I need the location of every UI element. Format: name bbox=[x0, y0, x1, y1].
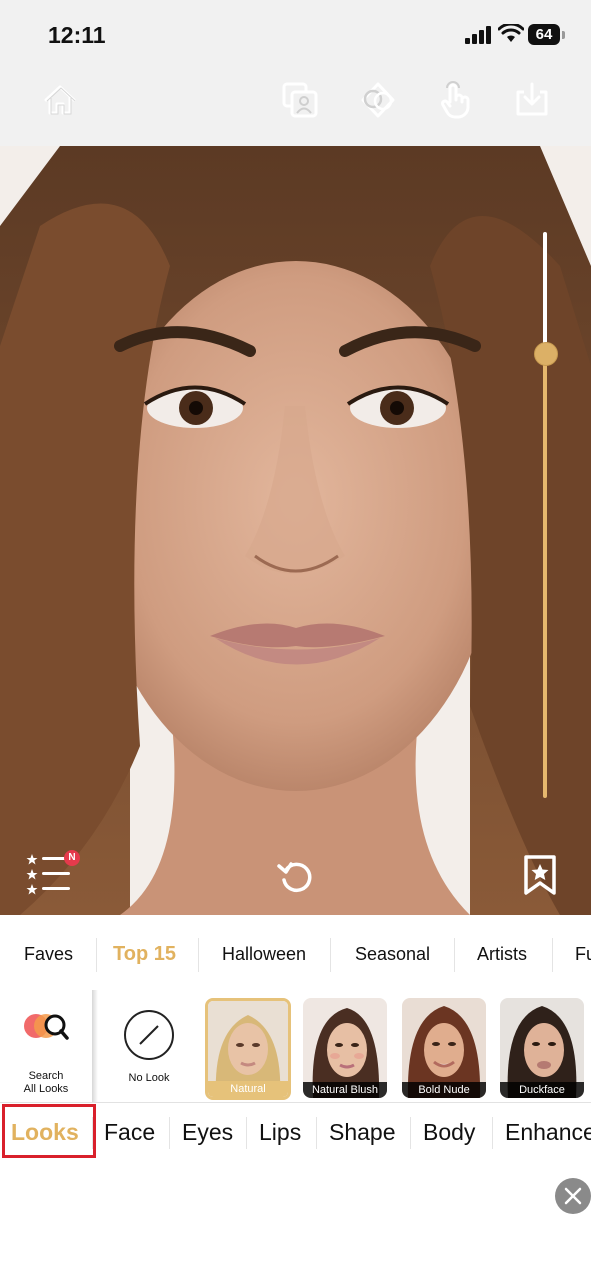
category-divider bbox=[96, 938, 97, 972]
home-icon[interactable] bbox=[40, 80, 80, 120]
look-label: Natural bbox=[208, 1081, 288, 1097]
look-category-bar: Faves Top 15 Halloween Seasonal Artists … bbox=[0, 918, 591, 991]
tab-divider bbox=[410, 1117, 411, 1149]
bookmark-icon[interactable] bbox=[522, 854, 558, 896]
category-divider bbox=[454, 938, 455, 972]
look-label: Bold Nude bbox=[402, 1082, 486, 1098]
tab-shape[interactable]: Shape bbox=[329, 1119, 396, 1146]
tab-eyes[interactable]: Eyes bbox=[182, 1119, 233, 1146]
face-photo bbox=[0, 146, 591, 915]
look-thumbnail-natural[interactable]: Natural bbox=[205, 998, 291, 1100]
tab-enhance[interactable]: Enhance bbox=[505, 1119, 591, 1146]
undo-icon[interactable] bbox=[276, 856, 316, 896]
look-label: Natural Blush bbox=[303, 1082, 387, 1098]
search-label-line2: All Looks bbox=[23, 1083, 69, 1095]
category-divider bbox=[198, 938, 199, 972]
look-label: Duckface bbox=[500, 1082, 584, 1098]
search-looks-icon bbox=[24, 1014, 69, 1040]
face-swap-icon[interactable] bbox=[358, 80, 398, 120]
search-all-looks-button[interactable]: Search All Looks bbox=[0, 990, 92, 1102]
no-look-label: No Look bbox=[128, 1072, 170, 1084]
tab-divider bbox=[169, 1117, 170, 1149]
category-halloween[interactable]: Halloween bbox=[222, 944, 306, 965]
top-toolbar bbox=[0, 62, 591, 146]
status-time: 12:11 bbox=[48, 22, 106, 48]
touch-icon[interactable] bbox=[436, 80, 476, 120]
wifi-icon bbox=[498, 24, 524, 42]
search-cell-shadow bbox=[92, 990, 98, 1102]
category-divider bbox=[330, 938, 331, 972]
category-seasonal[interactable]: Seasonal bbox=[355, 944, 430, 965]
category-fu[interactable]: Fu bbox=[575, 944, 591, 965]
tab-body[interactable]: Body bbox=[423, 1119, 475, 1146]
looks-carousel: Search All Looks No Look Natural Natural… bbox=[0, 990, 591, 1102]
category-faves[interactable]: Faves bbox=[24, 944, 73, 965]
photo-compare-icon[interactable] bbox=[280, 80, 320, 120]
battery-nub bbox=[562, 31, 565, 39]
look-thumbnail-duckface[interactable]: Duckface bbox=[500, 998, 584, 1098]
face-photo-preview[interactable] bbox=[0, 146, 591, 915]
search-all-looks-label: Search All Looks bbox=[0, 1070, 92, 1096]
category-artists[interactable]: Artists bbox=[477, 944, 527, 965]
intensity-slider-fill[interactable] bbox=[543, 352, 547, 798]
battery-indicator: 64 bbox=[528, 24, 560, 45]
category-divider bbox=[552, 938, 553, 972]
new-badge: N bbox=[64, 850, 80, 866]
look-thumbnail-natural-blush[interactable]: Natural Blush bbox=[303, 998, 387, 1098]
tab-divider bbox=[246, 1117, 247, 1149]
search-label-line1: Search bbox=[28, 1070, 64, 1082]
status-bar: 12:11 64 bbox=[0, 0, 591, 62]
intensity-slider-thumb[interactable] bbox=[534, 342, 558, 366]
close-button[interactable] bbox=[555, 1178, 591, 1214]
no-look-icon bbox=[124, 1010, 174, 1060]
category-top-15[interactable]: Top 15 bbox=[113, 943, 176, 966]
tab-face[interactable]: Face bbox=[104, 1119, 155, 1146]
tab-lips[interactable]: Lips bbox=[259, 1119, 301, 1146]
highlight-box bbox=[2, 1104, 96, 1158]
close-icon bbox=[564, 1187, 582, 1205]
tab-divider bbox=[492, 1117, 493, 1149]
download-icon[interactable] bbox=[512, 80, 552, 120]
tab-divider bbox=[316, 1117, 317, 1149]
intensity-slider-track[interactable] bbox=[543, 232, 547, 352]
look-thumbnail-bold-nude[interactable]: Bold Nude bbox=[402, 998, 486, 1098]
cellular-signal-icon bbox=[465, 26, 491, 44]
